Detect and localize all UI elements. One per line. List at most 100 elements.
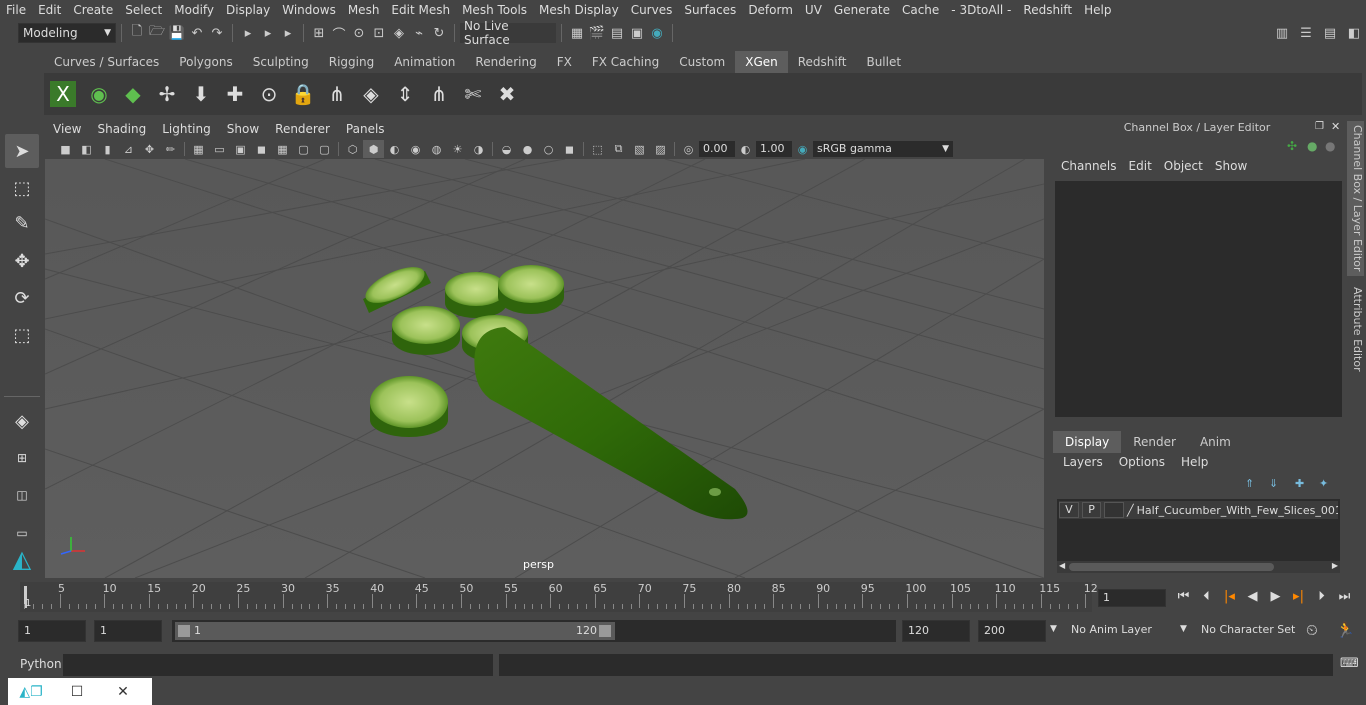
gamma-field[interactable]: 1.00 bbox=[756, 141, 792, 157]
undo-icon[interactable]: ↶ bbox=[187, 23, 207, 43]
history-icon[interactable]: ↻ bbox=[429, 23, 449, 43]
current-frame-field[interactable]: 1 bbox=[1098, 589, 1166, 607]
guide-lock-icon[interactable]: 🔒 bbox=[286, 77, 320, 111]
toggle-panel-icon[interactable]: ▤ bbox=[1320, 23, 1340, 43]
playback-start-field[interactable]: 1 bbox=[94, 620, 162, 642]
film-gate-icon[interactable]: ▭ bbox=[209, 140, 230, 158]
range-bar[interactable]: 1 120 bbox=[175, 622, 615, 640]
snap-surface-icon[interactable]: ◈ bbox=[389, 23, 409, 43]
menu-create[interactable]: Create bbox=[67, 3, 119, 17]
use-all-lights-icon[interactable]: ◍ bbox=[426, 140, 447, 158]
guide-delete-icon[interactable]: ✖ bbox=[490, 77, 524, 111]
toggle-layout-icon[interactable]: ☰ bbox=[1296, 23, 1316, 43]
maya-restore-icon[interactable]: ◭❐ bbox=[8, 684, 54, 700]
menu-3dtoall[interactable]: - 3DtoAll - bbox=[945, 3, 1017, 17]
anti-aliasing-icon[interactable]: ● bbox=[517, 140, 538, 158]
guide-comb-icon[interactable]: ⋔ bbox=[320, 77, 354, 111]
perspective-viewport[interactable]: persp bbox=[45, 159, 1044, 578]
tab-animation[interactable]: Animation bbox=[384, 51, 466, 73]
guide-plus-icon[interactable]: ✚ bbox=[218, 77, 252, 111]
xgen-x-icon[interactable]: X bbox=[50, 81, 76, 107]
motion-blur-icon[interactable]: ◒ bbox=[496, 140, 517, 158]
guide-cut-icon[interactable]: ✄ bbox=[456, 77, 490, 111]
exposure-field[interactable]: 0.00 bbox=[699, 141, 735, 157]
mode-dropdown[interactable]: Modeling ▼ bbox=[18, 23, 116, 43]
range-start-handle[interactable] bbox=[178, 625, 190, 637]
play-backward-icon[interactable]: ◀ bbox=[1241, 587, 1264, 607]
command-language-label[interactable]: Python bbox=[20, 657, 62, 671]
range-track[interactable]: 1 120 bbox=[172, 620, 896, 642]
channel-menu-show[interactable]: Show bbox=[1209, 159, 1253, 173]
anim-layer-dropdown[interactable]: No Anim Layer bbox=[1066, 620, 1176, 642]
move-layer-down-icon[interactable]: ⇓ bbox=[1269, 477, 1278, 490]
maximize-icon[interactable]: ☐ bbox=[54, 684, 100, 700]
select-object-icon[interactable]: ▸ bbox=[258, 23, 278, 43]
render-view-icon[interactable]: ▣ bbox=[627, 23, 647, 43]
resolution-gate-icon[interactable]: ▣ bbox=[230, 140, 251, 158]
isolate-select-icon[interactable]: ◼ bbox=[559, 140, 580, 158]
smooth-shade-icon[interactable]: ⬢ bbox=[363, 140, 384, 158]
move-guide-icon[interactable]: ⬇ bbox=[184, 77, 218, 111]
menu-redshift[interactable]: Redshift bbox=[1017, 3, 1078, 17]
bookmark-icon[interactable]: ▮ bbox=[97, 140, 118, 158]
rotate-tool-icon[interactable]: ⟳ bbox=[5, 281, 39, 315]
select-tool-icon[interactable]: ➤ bbox=[5, 134, 39, 168]
menu-cache[interactable]: Cache bbox=[896, 3, 945, 17]
menu-edit-mesh[interactable]: Edit Mesh bbox=[385, 3, 456, 17]
menu-modify[interactable]: Modify bbox=[168, 3, 220, 17]
anim-layer-chevron-icon[interactable]: ▼ bbox=[1050, 624, 1057, 634]
scroll-left-icon[interactable]: ◀ bbox=[1059, 561, 1065, 570]
field-chart-icon[interactable]: ▦ bbox=[272, 140, 293, 158]
tab-custom[interactable]: Custom bbox=[669, 51, 736, 73]
range-end-handle[interactable] bbox=[599, 625, 611, 637]
guide-eye-icon[interactable]: ⊙ bbox=[252, 77, 286, 111]
viewport-menu-lighting[interactable]: Lighting bbox=[154, 122, 219, 136]
command-input[interactable] bbox=[63, 654, 493, 676]
step-back-key-icon[interactable]: ⏴ bbox=[1195, 587, 1218, 607]
tab-rigging[interactable]: Rigging bbox=[318, 51, 385, 73]
move-layer-up-icon[interactable]: ⇑ bbox=[1245, 477, 1254, 490]
ambient-occlusion-icon[interactable]: ◑ bbox=[468, 140, 489, 158]
layers-icon[interactable]: ◧ bbox=[1344, 23, 1364, 43]
menu-windows[interactable]: Windows bbox=[276, 3, 342, 17]
paint-select-tool-icon[interactable]: ✎ bbox=[5, 206, 39, 240]
exposure-icon[interactable]: ◎ bbox=[678, 140, 699, 158]
layer-tab-anim[interactable]: Anim bbox=[1188, 431, 1243, 453]
single-perspective-layout-icon[interactable]: ◈ bbox=[5, 404, 39, 438]
auto-key-icon[interactable]: ⏲ bbox=[1306, 621, 1318, 639]
grid-toggle-icon[interactable]: ▦ bbox=[188, 140, 209, 158]
snap-view-icon[interactable]: ⊡ bbox=[369, 23, 389, 43]
animation-start-field[interactable]: 1 bbox=[18, 620, 86, 642]
viewport-menu-view[interactable]: View bbox=[45, 122, 89, 136]
channel-menu-edit[interactable]: Edit bbox=[1123, 159, 1158, 173]
open-scene-icon[interactable]: 🗁 bbox=[147, 23, 167, 43]
snap-point-icon[interactable]: ⊙ bbox=[349, 23, 369, 43]
guide-bend-icon[interactable]: ⋔ bbox=[422, 77, 456, 111]
layer-tab-render[interactable]: Render bbox=[1121, 431, 1188, 453]
float-panel-icon[interactable]: ❐ bbox=[1315, 121, 1324, 132]
live-surface-field[interactable]: No Live Surface bbox=[460, 19, 556, 47]
textured-icon[interactable]: ◉ bbox=[405, 140, 426, 158]
four-view-layout-icon[interactable]: ⊞ bbox=[5, 441, 39, 475]
viewport-menu-panels[interactable]: Panels bbox=[338, 122, 393, 136]
gate-mask-icon[interactable]: ◼ bbox=[251, 140, 272, 158]
wireframe-icon[interactable]: ⬡ bbox=[342, 140, 363, 158]
shadows-icon[interactable]: ☀ bbox=[447, 140, 468, 158]
menu-select[interactable]: Select bbox=[119, 3, 168, 17]
channel-toggle-icon[interactable]: ● bbox=[1307, 139, 1317, 153]
menu-file[interactable]: File bbox=[0, 3, 32, 17]
step-forward-key-icon[interactable]: ⏵ bbox=[1310, 587, 1333, 607]
hypershade-icon[interactable]: ◉ bbox=[647, 23, 667, 43]
layer-display-type-toggle[interactable] bbox=[1104, 502, 1125, 518]
ipr-render-icon[interactable]: ▤ bbox=[607, 23, 627, 43]
channel-menu-object[interactable]: Object bbox=[1158, 159, 1209, 173]
menu-mesh[interactable]: Mesh bbox=[342, 3, 386, 17]
backface-culling-icon[interactable]: ▨ bbox=[650, 140, 671, 158]
layer-color-swatch-icon[interactable]: ╱ bbox=[1127, 504, 1134, 517]
new-scene-icon[interactable]: 🗋 bbox=[127, 23, 147, 43]
render-frame-icon[interactable]: 🎬 bbox=[587, 23, 607, 43]
layer-menu-layers[interactable]: Layers bbox=[1057, 455, 1113, 469]
xray-joints-icon[interactable]: ⧉ bbox=[608, 140, 629, 158]
tab-sculpting[interactable]: Sculpting bbox=[242, 51, 319, 73]
wireframe-on-shaded-icon[interactable]: ◐ bbox=[384, 140, 405, 158]
